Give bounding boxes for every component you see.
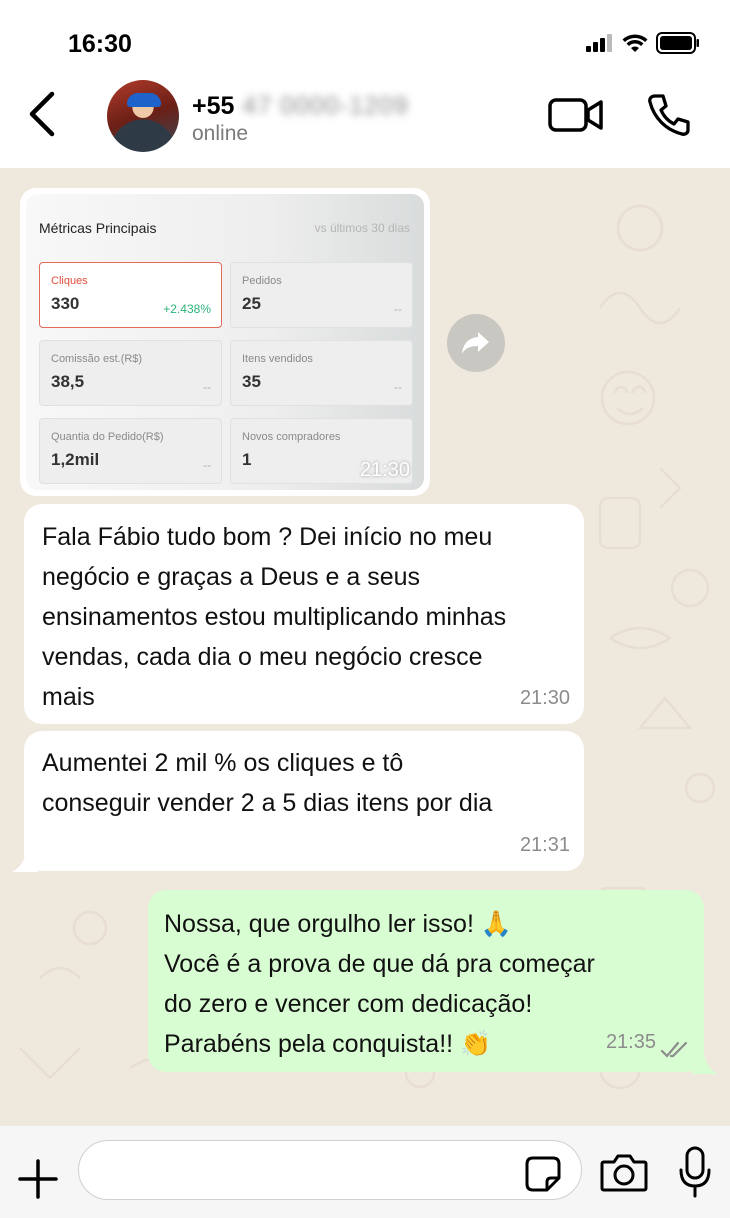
message-text: Fala Fábio tudo bom ? Dei início no meu …	[42, 517, 506, 717]
message-line: vendas, cada dia o meu negócio cresce	[42, 643, 483, 671]
metric-label: Pedidos	[242, 275, 282, 287]
bubble-tail	[12, 850, 38, 872]
metric-label: Quantia do Pedido(R$)	[51, 431, 164, 443]
message-input[interactable]	[78, 1140, 582, 1200]
metric-value: 1,2mil	[51, 450, 100, 469]
message-line: Parabéns pela conquista!! 👏	[164, 1030, 492, 1058]
mic-icon[interactable]	[678, 1146, 712, 1198]
plus-icon[interactable]	[18, 1159, 58, 1199]
message-bubble-incoming[interactable]: Fala Fábio tudo bom ? Dei início no meu …	[24, 504, 584, 724]
metric-value: 35	[242, 372, 261, 391]
status-time: 16:30	[68, 30, 132, 58]
back-arrow-icon[interactable]	[22, 90, 62, 138]
status-bar: 16:30	[0, 0, 730, 80]
camera-icon[interactable]	[600, 1152, 648, 1192]
sticker-icon[interactable]	[523, 1154, 563, 1194]
message-line: mais	[42, 683, 95, 711]
message-bubble-incoming[interactable]: Aumentei 2 mil % os cliques e tô consegu…	[24, 731, 584, 871]
status-icons	[586, 32, 700, 54]
metric-value: 25	[242, 294, 261, 313]
bubble-tail-outgoing	[692, 1052, 718, 1074]
message-time: 21:31	[519, 834, 570, 856]
message-time: 21:30	[359, 459, 410, 481]
contact-avatar[interactable]	[107, 80, 179, 152]
contact-name[interactable]: +55 47 0000-1209	[192, 92, 409, 121]
message-line: Aumentei 2 mil % os cliques e tô	[42, 749, 404, 777]
metric-card-pedidos: Pedidos 25 --	[230, 262, 413, 328]
metrics-title: Métricas Principais	[39, 220, 157, 236]
forward-button[interactable]	[447, 314, 505, 372]
message-line: Você é a prova de que dá pra começar	[164, 950, 595, 978]
message-line: conseguir vender 2 a 5 dias itens por di…	[42, 789, 493, 817]
message-line: negócio e graças a Deus e a seus	[42, 563, 421, 591]
chat-area[interactable]: Métricas Principais vs últimos 30 dias C…	[0, 168, 730, 1126]
message-line: ensinamentos estou multiplicando minhas	[42, 603, 507, 631]
metric-label: Cliques	[51, 275, 88, 287]
message-line: do zero e vencer com dedicação!	[164, 990, 533, 1018]
metric-label: Comissão est.(R$)	[51, 353, 143, 365]
metric-delta: --	[394, 302, 402, 316]
message-line: Nossa, que orgulho ler isso! 🙏	[164, 910, 512, 938]
forward-icon	[462, 332, 489, 354]
wifi-icon	[622, 34, 648, 52]
message-time: 21:35	[605, 1031, 656, 1053]
metric-value: 38,5	[51, 372, 85, 391]
message-line: Fala Fábio tudo bom ? Dei início no meu	[42, 523, 493, 551]
message-time: 21:30	[519, 687, 570, 709]
metric-delta: +2.438%	[163, 302, 211, 316]
metric-value: 1	[242, 450, 252, 469]
metric-label: Novos compradores	[242, 431, 341, 443]
metric-delta: --	[394, 380, 402, 394]
metric-value: 330	[51, 294, 80, 313]
composer-bar	[0, 1126, 730, 1218]
metric-delta: --	[203, 458, 211, 472]
video-call-icon[interactable]	[548, 96, 604, 134]
contact-status: online	[192, 122, 249, 145]
phone-icon[interactable]	[646, 92, 692, 138]
metric-label: Itens vendidos	[242, 353, 313, 365]
metric-card-itens: Itens vendidos 35 --	[230, 340, 413, 406]
metrics-subtitle: vs últimos 30 dias	[314, 221, 410, 235]
metric-delta: --	[203, 380, 211, 394]
signal-icon	[586, 34, 612, 52]
image-message[interactable]: Métricas Principais vs últimos 30 dias C…	[20, 188, 430, 496]
message-text: Aumentei 2 mil % os cliques e tô consegu…	[42, 743, 492, 823]
contact-phone-prefix: +55	[192, 92, 235, 120]
metric-card-comissao: Comissão est.(R$) 38,5 --	[39, 340, 222, 406]
metrics-screenshot: Métricas Principais vs últimos 30 dias C…	[26, 194, 424, 490]
message-text: Nossa, que orgulho ler isso! 🙏 Você é a …	[164, 904, 595, 1064]
contact-phone-hidden: 47 0000-1209	[242, 92, 409, 120]
message-bubble-outgoing[interactable]: Nossa, que orgulho ler isso! 🙏 Você é a …	[148, 890, 704, 1072]
battery-icon	[656, 32, 699, 54]
chat-header: +55 47 0000-1209 online	[0, 70, 730, 168]
double-check-icon	[660, 1041, 688, 1058]
metric-card-cliques: Cliques 330 +2.438%	[39, 262, 222, 328]
metric-card-quantia: Quantia do Pedido(R$) 1,2mil --	[39, 418, 222, 484]
